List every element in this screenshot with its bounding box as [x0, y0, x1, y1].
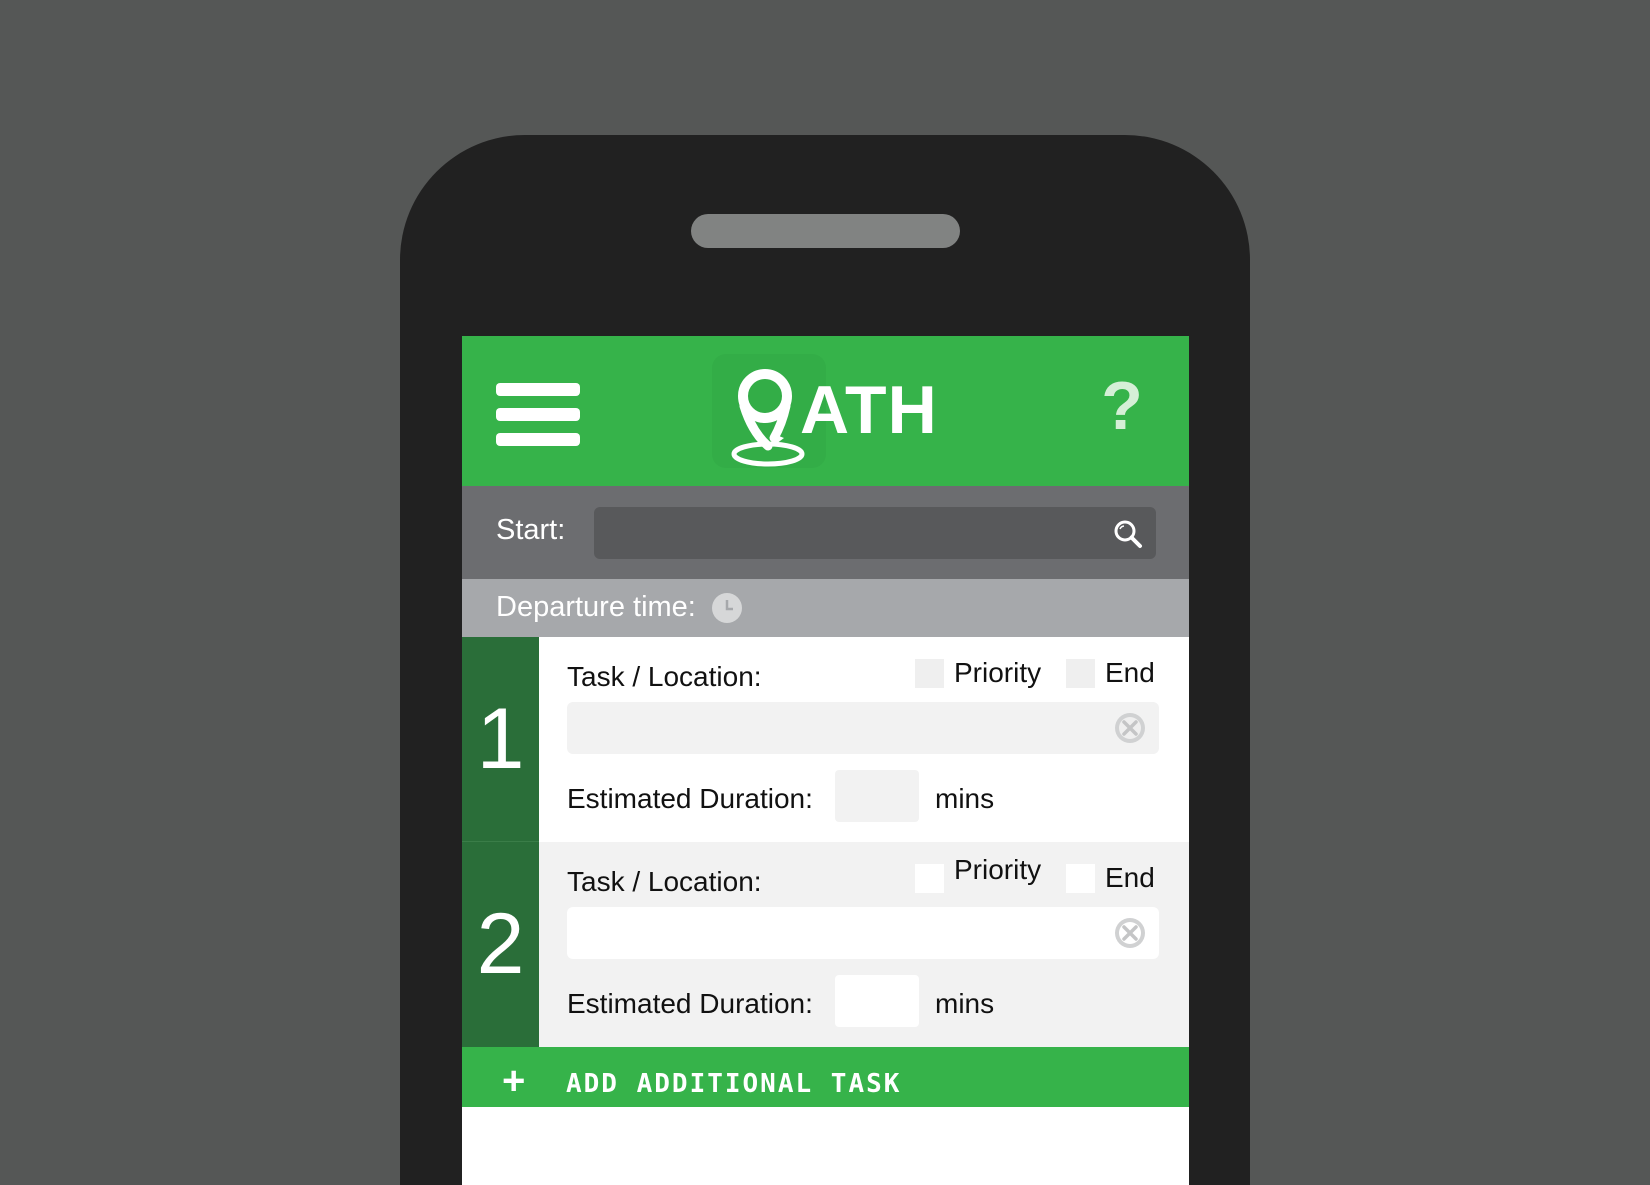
- start-row: Start:: [462, 486, 1189, 579]
- duration-unit-label: mins: [935, 988, 995, 1019]
- app-screen: ATH ? Start: Departure time: 1 Task / Lo…: [462, 336, 1189, 1185]
- priority-checkbox[interactable]: [915, 659, 944, 688]
- menu-bar-icon: [496, 383, 580, 396]
- menu-bar-icon: [496, 433, 580, 446]
- logo-wordmark: ATH: [800, 372, 938, 448]
- clock-icon[interactable]: [711, 592, 743, 624]
- search-icon[interactable]: [1112, 518, 1144, 550]
- end-checkbox[interactable]: [1066, 864, 1095, 893]
- task-location-label: Task / Location:: [567, 661, 762, 692]
- task-location-input[interactable]: [567, 702, 1159, 754]
- task-location-input[interactable]: [567, 907, 1159, 959]
- task-number: 1: [462, 637, 539, 842]
- hamburger-menu-button[interactable]: [496, 383, 580, 447]
- task-card: 2 Task / Location: Priority End Estimate…: [462, 842, 1189, 1047]
- priority-label: Priority: [954, 854, 1042, 885]
- end-checkbox[interactable]: [1066, 659, 1095, 688]
- app-header: ATH ?: [462, 336, 1189, 486]
- departure-time-row: Departure time:: [462, 579, 1189, 637]
- start-location-input[interactable]: [594, 507, 1156, 559]
- clear-icon[interactable]: [1113, 711, 1147, 745]
- add-additional-task-button[interactable]: + ADD ADDITIONAL TASK: [462, 1047, 1189, 1107]
- departure-time-label: Departure time:: [496, 591, 696, 623]
- priority-label: Priority: [954, 657, 1042, 688]
- menu-bar-icon: [496, 408, 580, 421]
- task-number: 2: [462, 842, 539, 1047]
- duration-input[interactable]: [835, 975, 919, 1027]
- estimated-duration-label: Estimated Duration:: [567, 783, 813, 814]
- duration-input[interactable]: [835, 770, 919, 822]
- task-card: 1 Task / Location: Priority End Estimate…: [462, 637, 1189, 842]
- duration-unit-label: mins: [935, 783, 995, 814]
- task-location-label: Task / Location:: [567, 866, 762, 897]
- help-button[interactable]: ?: [1092, 366, 1152, 446]
- end-label: End: [1105, 862, 1155, 893]
- phone-frame: ATH ? Start: Departure time: 1 Task / Lo…: [400, 135, 1250, 1185]
- clear-icon[interactable]: [1113, 916, 1147, 950]
- priority-checkbox[interactable]: [915, 864, 944, 893]
- end-label: End: [1105, 657, 1155, 688]
- add-task-label: ADD ADDITIONAL TASK: [566, 1069, 902, 1099]
- app-logo: ATH: [712, 354, 952, 474]
- phone-speaker: [691, 214, 960, 248]
- plus-icon: +: [502, 1059, 526, 1103]
- estimated-duration-label: Estimated Duration:: [567, 988, 813, 1019]
- start-label: Start:: [496, 514, 566, 546]
